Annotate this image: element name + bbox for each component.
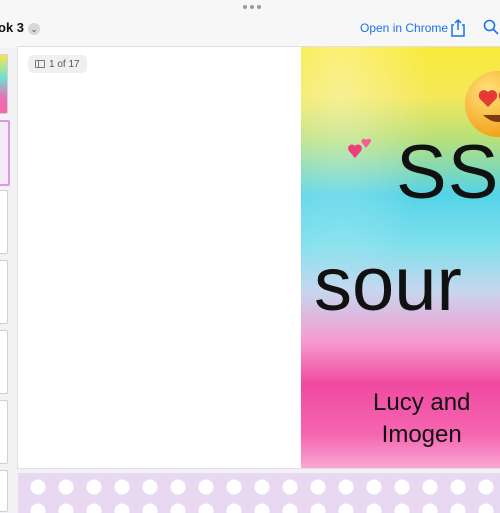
cover-title-line2: sour	[314, 242, 462, 327]
cover-title-line1: SS	[396, 130, 500, 215]
two-hearts-emoji-icon	[345, 137, 375, 170]
document-page: 1 of 17 SS sour Lucy and Imogen	[18, 47, 500, 468]
document-title[interactable]: ok 3	[0, 20, 24, 35]
cover-image: SS sour Lucy and Imogen	[301, 47, 500, 468]
more-dots-icon[interactable]	[243, 5, 261, 9]
share-icon[interactable]	[450, 18, 466, 43]
page-counter[interactable]: 1 of 17	[28, 55, 87, 73]
top-toolbar: ok 3 ⌄ Open in Chrome	[0, 0, 500, 48]
open-in-chrome-button[interactable]: Open in Chrome	[360, 21, 448, 35]
page-thumbnail[interactable]	[0, 260, 8, 324]
search-icon[interactable]	[483, 19, 499, 40]
page-thumbnail[interactable]	[0, 190, 8, 254]
chevron-down-icon[interactable]: ⌄	[28, 23, 40, 35]
page-thumbnail[interactable]	[0, 470, 8, 512]
authors-line2: Imogen	[381, 421, 462, 448]
page-counter-label: 1 of 17	[49, 58, 80, 70]
cover-authors: Lucy and Imogen	[373, 387, 470, 451]
page-thumbnail[interactable]	[0, 400, 8, 464]
next-page-preview[interactable]	[18, 473, 500, 513]
page-thumbnail[interactable]	[0, 330, 8, 394]
authors-line1: Lucy and	[373, 389, 471, 416]
page-thumbnail[interactable]	[0, 54, 8, 114]
page-thumbnail-selected[interactable]	[0, 120, 10, 186]
sidebar-toggle-icon	[35, 60, 45, 68]
